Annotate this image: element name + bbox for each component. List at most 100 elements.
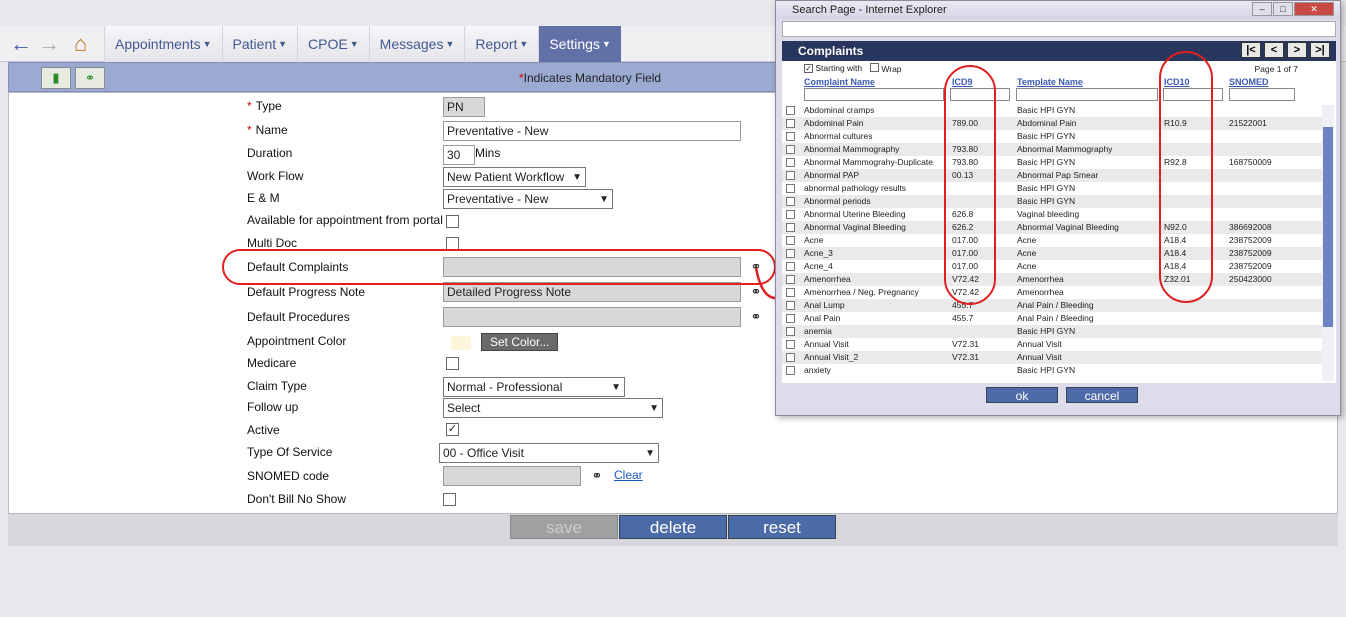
address-bar[interactable]: [782, 21, 1336, 37]
row-checkbox[interactable]: [786, 327, 795, 336]
minimize-icon[interactable]: –: [1252, 2, 1272, 16]
column-header[interactable]: Template Name: [1017, 77, 1083, 87]
table-row[interactable]: Annual Visit V72.31 Annual Visit: [782, 338, 1322, 351]
scrollbar-thumb[interactable]: [1323, 127, 1333, 327]
prev-page-button[interactable]: <: [1264, 42, 1284, 58]
table-row[interactable]: Anal Pain 455.7 Anal Pain / Bleeding: [782, 312, 1322, 325]
reset-button[interactable]: reset: [728, 515, 836, 539]
portal-checkbox[interactable]: [446, 215, 459, 228]
row-checkbox[interactable]: [786, 366, 795, 375]
filter-input[interactable]: [804, 88, 944, 101]
table-row[interactable]: Abnormal cultures Basic HPI GYN: [782, 130, 1322, 143]
procedures-label: Default Procedures: [247, 310, 350, 324]
row-checkbox[interactable]: [786, 223, 795, 232]
column-header[interactable]: Complaint Name: [804, 77, 875, 87]
row-checkbox[interactable]: [786, 288, 795, 297]
claim-select[interactable]: Normal - Professional ▼: [443, 377, 625, 397]
close-icon[interactable]: ✕: [1294, 2, 1334, 16]
table-row[interactable]: Amenorrhea V72.42 Amenorrhea Z32.01 25042300…: [782, 273, 1322, 286]
back-arrow-icon[interactable]: ←: [10, 33, 32, 55]
snomed-field[interactable]: [443, 466, 581, 486]
noshow-checkbox[interactable]: [443, 493, 456, 506]
row-checkbox[interactable]: [786, 314, 795, 323]
row-checkbox[interactable]: [786, 106, 795, 115]
row-checkbox[interactable]: [786, 340, 795, 349]
menu-appointments[interactable]: Appointments ▼: [104, 26, 222, 62]
table-row[interactable]: Anal Lump 455.7 Anal Pain / Bleeding: [782, 299, 1322, 312]
forward-arrow-icon[interactable]: →: [38, 33, 60, 55]
table-row[interactable]: anxiety Basic HPI GYN: [782, 364, 1322, 377]
portal-label: Available for appointment from portal: [247, 213, 443, 227]
filter-input[interactable]: [1229, 88, 1295, 101]
row-checkbox[interactable]: [786, 119, 795, 128]
table-row[interactable]: Acne_3 017.00 Acne A18.4 238752009: [782, 247, 1322, 260]
followup-select[interactable]: Select ▼: [443, 398, 663, 418]
table-cell: Acne_4: [804, 261, 833, 271]
table-row[interactable]: abnormal pathology results Basic HPI GYN: [782, 182, 1322, 195]
table-row[interactable]: Abdominal cramps Basic HPI GYN: [782, 104, 1322, 117]
row-checkbox[interactable]: [786, 158, 795, 167]
cancel-button[interactable]: cancel: [1066, 387, 1138, 403]
filter-input[interactable]: [1016, 88, 1158, 101]
home-icon[interactable]: ⌂: [74, 33, 87, 55]
progress-field[interactable]: Detailed Progress Note: [443, 282, 741, 302]
search-button[interactable]: ⚭: [75, 67, 105, 89]
row-checkbox[interactable]: [786, 210, 795, 219]
table-row[interactable]: Annual Visit_2 V72.31 Annual Visit: [782, 351, 1322, 364]
set-color-button[interactable]: Set Color...: [481, 333, 559, 351]
delete-button[interactable]: delete: [619, 515, 727, 539]
table-row[interactable]: Abnormal periods Basic HPI GYN: [782, 195, 1322, 208]
save-button[interactable]: save: [510, 515, 618, 539]
row-checkbox[interactable]: [786, 145, 795, 154]
tos-select[interactable]: 00 - Office Visit ▼: [439, 443, 659, 463]
maximize-icon[interactable]: □: [1273, 2, 1293, 16]
table-row[interactable]: Abnormal Vaginal Bleeding 626.2 Abnormal V…: [782, 221, 1322, 234]
row-checkbox[interactable]: [786, 197, 795, 206]
table-row[interactable]: Abdominal Pain 789.00 Abdominal Pain R10.9 2…: [782, 117, 1322, 130]
row-checkbox[interactable]: [786, 132, 795, 141]
option-label: Wrap: [881, 64, 902, 74]
table-row[interactable]: Amenorrhea / Neg. Pregnancy V72.42 Amenorr…: [782, 286, 1322, 299]
column-header[interactable]: SNOMED: [1229, 77, 1269, 87]
table-row[interactable]: Abnormal Mammograhy-Duplicate 793.80 Basic…: [782, 156, 1322, 169]
binoculars-icon[interactable]: ⚭: [589, 468, 605, 484]
row-checkbox[interactable]: [786, 236, 795, 245]
row-checkbox[interactable]: [786, 249, 795, 258]
clear-link[interactable]: Clear: [614, 468, 643, 482]
name-field[interactable]: Preventative - New: [443, 121, 741, 141]
first-page-button[interactable]: |<: [1241, 42, 1261, 58]
ok-button[interactable]: ok: [986, 387, 1058, 403]
row-checkbox[interactable]: [786, 353, 795, 362]
menu-report[interactable]: Report ▼: [464, 26, 539, 62]
menu-settings[interactable]: Settings ▼: [538, 26, 621, 62]
medicare-checkbox[interactable]: [446, 357, 459, 370]
row-checkbox[interactable]: [786, 184, 795, 193]
table-row[interactable]: Acne 017.00 Acne A18.4 238752009: [782, 234, 1322, 247]
wrap-checkbox[interactable]: [870, 63, 879, 72]
table-row[interactable]: anemia Basic HPI GYN: [782, 325, 1322, 338]
workflow-select[interactable]: New Patient Workflow ▼: [443, 167, 586, 187]
menu-messages[interactable]: Messages ▼: [368, 26, 465, 62]
procedures-field[interactable]: [443, 307, 741, 327]
menu-patient[interactable]: Patient ▼: [221, 26, 298, 62]
row-checkbox[interactable]: [786, 262, 795, 271]
binoculars-icon[interactable]: ⚭: [748, 309, 764, 325]
table-row[interactable]: Abnormal Uterine Bleeding 626.8 Vaginal bl…: [782, 208, 1322, 221]
row-checkbox[interactable]: [786, 275, 795, 284]
table-row[interactable]: Abnormal Mammography 793.80 Abnormal Mammo…: [782, 143, 1322, 156]
row-checkbox[interactable]: [786, 171, 795, 180]
table-row[interactable]: Abnormal PAP 00.13 Abnormal Pap Smear: [782, 169, 1322, 182]
next-page-button[interactable]: >: [1287, 42, 1307, 58]
starting-with-option[interactable]: ✓ Starting with: [804, 63, 862, 73]
row-checkbox[interactable]: [786, 301, 795, 310]
table-row[interactable]: Acne_4 017.00 Acne A18.4 238752009: [782, 260, 1322, 273]
starting-with-checkbox[interactable]: ✓: [804, 64, 813, 73]
duration-field[interactable]: 30: [443, 145, 475, 165]
menu-cpoe[interactable]: CPOE ▼: [297, 26, 369, 62]
last-page-button[interactable]: >|: [1310, 42, 1330, 58]
active-checkbox[interactable]: ✓: [446, 423, 459, 436]
em-select[interactable]: Preventative - New ▼: [443, 189, 613, 209]
wrap-option[interactable]: Wrap: [870, 63, 902, 74]
scrollbar[interactable]: [1322, 105, 1334, 381]
new-document-button[interactable]: ▮: [41, 67, 71, 89]
